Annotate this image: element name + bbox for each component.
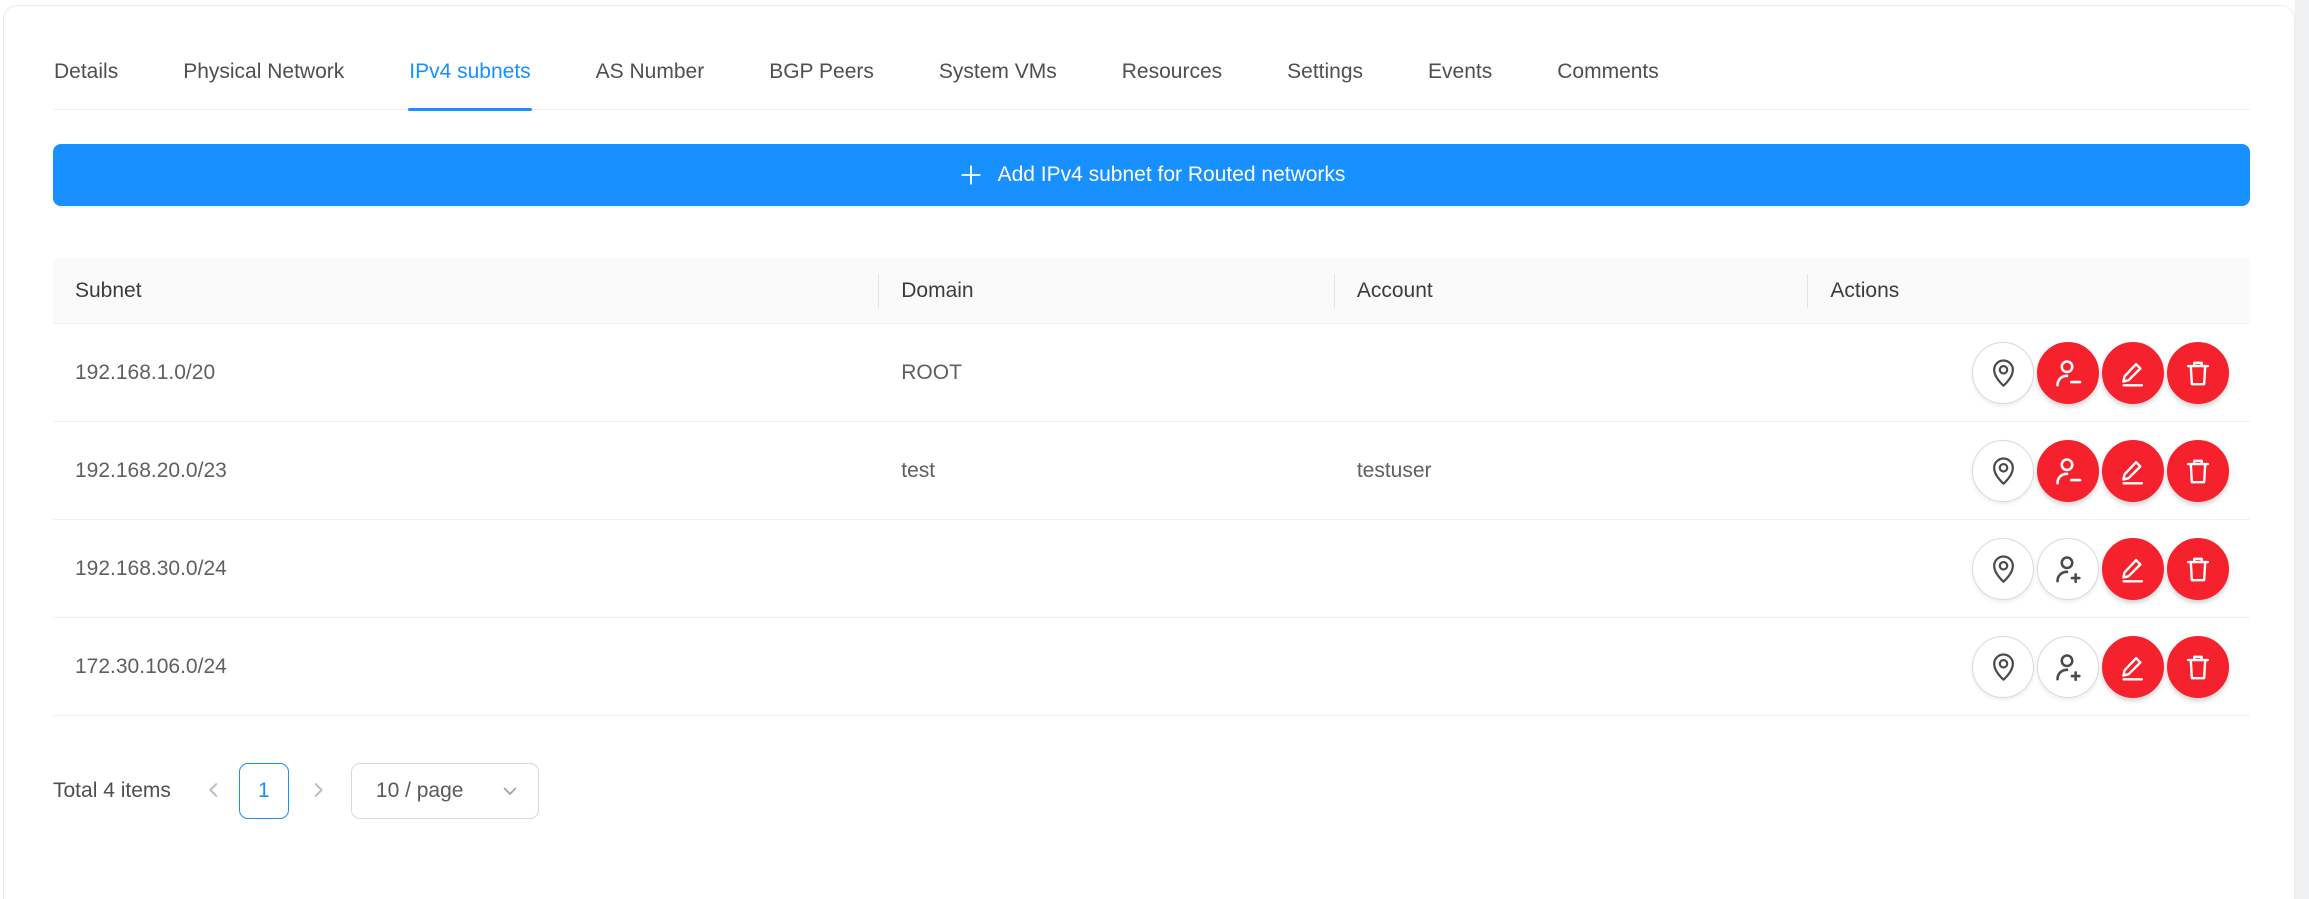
edit-icon bbox=[2117, 455, 2149, 487]
page-size-label: 10 / page bbox=[376, 779, 500, 803]
tab-bar: Details Physical Network IPv4 subnets AS Nu… bbox=[53, 6, 2250, 110]
edit-subnet-button[interactable] bbox=[2102, 440, 2164, 502]
tab-events[interactable]: Events bbox=[1427, 44, 1493, 109]
tab-comments[interactable]: Comments bbox=[1556, 44, 1660, 109]
cell-account: testuser bbox=[1335, 422, 1809, 519]
edit-icon bbox=[2117, 357, 2149, 389]
cell-subnet: 192.168.20.0/23 bbox=[53, 422, 879, 519]
cell-account bbox=[1335, 618, 1809, 715]
cell-domain: ROOT bbox=[879, 324, 1335, 421]
view-subnet-button[interactable] bbox=[1972, 636, 2034, 698]
chevron-right-icon bbox=[307, 779, 329, 804]
scrollbar-track[interactable] bbox=[2295, 0, 2309, 899]
delete-icon bbox=[2182, 553, 2214, 585]
column-header-actions: Actions bbox=[1808, 258, 2250, 323]
table-row: 192.168.1.0/20ROOT bbox=[53, 324, 2250, 422]
remove-account-button[interactable] bbox=[2037, 342, 2099, 404]
location-pin-icon bbox=[1987, 650, 2020, 683]
add-button-label: Add IPv4 subnet for Routed networks bbox=[998, 163, 1346, 187]
add-account-button[interactable] bbox=[2037, 636, 2099, 698]
cell-subnet: 172.30.106.0/24 bbox=[53, 618, 879, 715]
cell-actions bbox=[1808, 324, 2250, 421]
edit-subnet-button[interactable] bbox=[2102, 538, 2164, 600]
ipv4-subnets-table: SubnetDomainAccountActions 192.168.1.0/2… bbox=[53, 258, 2250, 716]
cell-subnet: 192.168.1.0/20 bbox=[53, 324, 879, 421]
tab-ipv4-subnets[interactable]: IPv4 subnets bbox=[408, 44, 531, 109]
add-ipv4-subnet-button[interactable]: Add IPv4 subnet for Routed networks bbox=[53, 144, 2250, 206]
delete-subnet-button[interactable] bbox=[2167, 538, 2229, 600]
user-remove-icon bbox=[2051, 356, 2085, 390]
edit-icon bbox=[2117, 651, 2149, 683]
cell-actions bbox=[1808, 618, 2250, 715]
delete-icon bbox=[2182, 455, 2214, 487]
cell-actions bbox=[1808, 520, 2250, 617]
view-subnet-button[interactable] bbox=[1972, 538, 2034, 600]
cell-domain bbox=[879, 618, 1335, 715]
delete-icon bbox=[2182, 651, 2214, 683]
user-add-icon bbox=[2051, 552, 2085, 586]
delete-subnet-button[interactable] bbox=[2167, 342, 2229, 404]
zone-detail-page: Details Physical Network IPv4 subnets AS Nu… bbox=[0, 0, 2309, 899]
table-header: SubnetDomainAccountActions bbox=[53, 258, 2250, 324]
edit-subnet-button[interactable] bbox=[2102, 636, 2164, 698]
cell-subnet: 192.168.30.0/24 bbox=[53, 520, 879, 617]
table-row: 192.168.20.0/23testtestuser bbox=[53, 422, 2250, 520]
tab-settings[interactable]: Settings bbox=[1286, 44, 1364, 109]
tab-details[interactable]: Details bbox=[53, 44, 119, 109]
next-page-button[interactable] bbox=[305, 763, 331, 819]
current-page-button[interactable]: 1 bbox=[239, 763, 289, 819]
tab-resources[interactable]: Resources bbox=[1121, 44, 1223, 109]
prev-page-button[interactable] bbox=[201, 763, 227, 819]
user-remove-icon bbox=[2051, 454, 2085, 488]
page-size-select[interactable]: 10 / page bbox=[351, 763, 539, 819]
delete-subnet-button[interactable] bbox=[2167, 440, 2229, 502]
column-header-domain: Domain bbox=[879, 258, 1335, 323]
view-subnet-button[interactable] bbox=[1972, 342, 2034, 404]
cell-domain: test bbox=[879, 422, 1335, 519]
chevron-down-icon bbox=[500, 781, 520, 801]
delete-subnet-button[interactable] bbox=[2167, 636, 2229, 698]
view-subnet-button[interactable] bbox=[1972, 440, 2034, 502]
cell-domain bbox=[879, 520, 1335, 617]
tab-bgp-peers[interactable]: BGP Peers bbox=[768, 44, 875, 109]
user-add-icon bbox=[2051, 650, 2085, 684]
tab-physical-network[interactable]: Physical Network bbox=[182, 44, 345, 109]
pagination-total: Total 4 items bbox=[53, 779, 171, 803]
content-card: Details Physical Network IPv4 subnets AS Nu… bbox=[3, 5, 2295, 899]
edit-subnet-button[interactable] bbox=[2102, 342, 2164, 404]
table-row: 192.168.30.0/24 bbox=[53, 520, 2250, 618]
delete-icon bbox=[2182, 357, 2214, 389]
chevron-left-icon bbox=[203, 779, 225, 804]
edit-icon bbox=[2117, 553, 2149, 585]
cell-account bbox=[1335, 520, 1809, 617]
table-body: 192.168.1.0/20ROOT192.168.20.0/23testtes… bbox=[53, 324, 2250, 716]
tab-system-vms[interactable]: System VMs bbox=[938, 44, 1058, 109]
plus-icon bbox=[958, 162, 984, 188]
remove-account-button[interactable] bbox=[2037, 440, 2099, 502]
location-pin-icon bbox=[1987, 356, 2020, 389]
table-row: 172.30.106.0/24 bbox=[53, 618, 2250, 716]
cell-account bbox=[1335, 324, 1809, 421]
location-pin-icon bbox=[1987, 552, 2020, 585]
tab-as-number[interactable]: AS Number bbox=[595, 44, 706, 109]
column-header-subnet: Subnet bbox=[53, 258, 879, 323]
column-header-account: Account bbox=[1335, 258, 1809, 323]
cell-actions bbox=[1808, 422, 2250, 519]
location-pin-icon bbox=[1987, 454, 2020, 487]
add-account-button[interactable] bbox=[2037, 538, 2099, 600]
pagination: Total 4 items 1 10 / page bbox=[53, 763, 2250, 819]
